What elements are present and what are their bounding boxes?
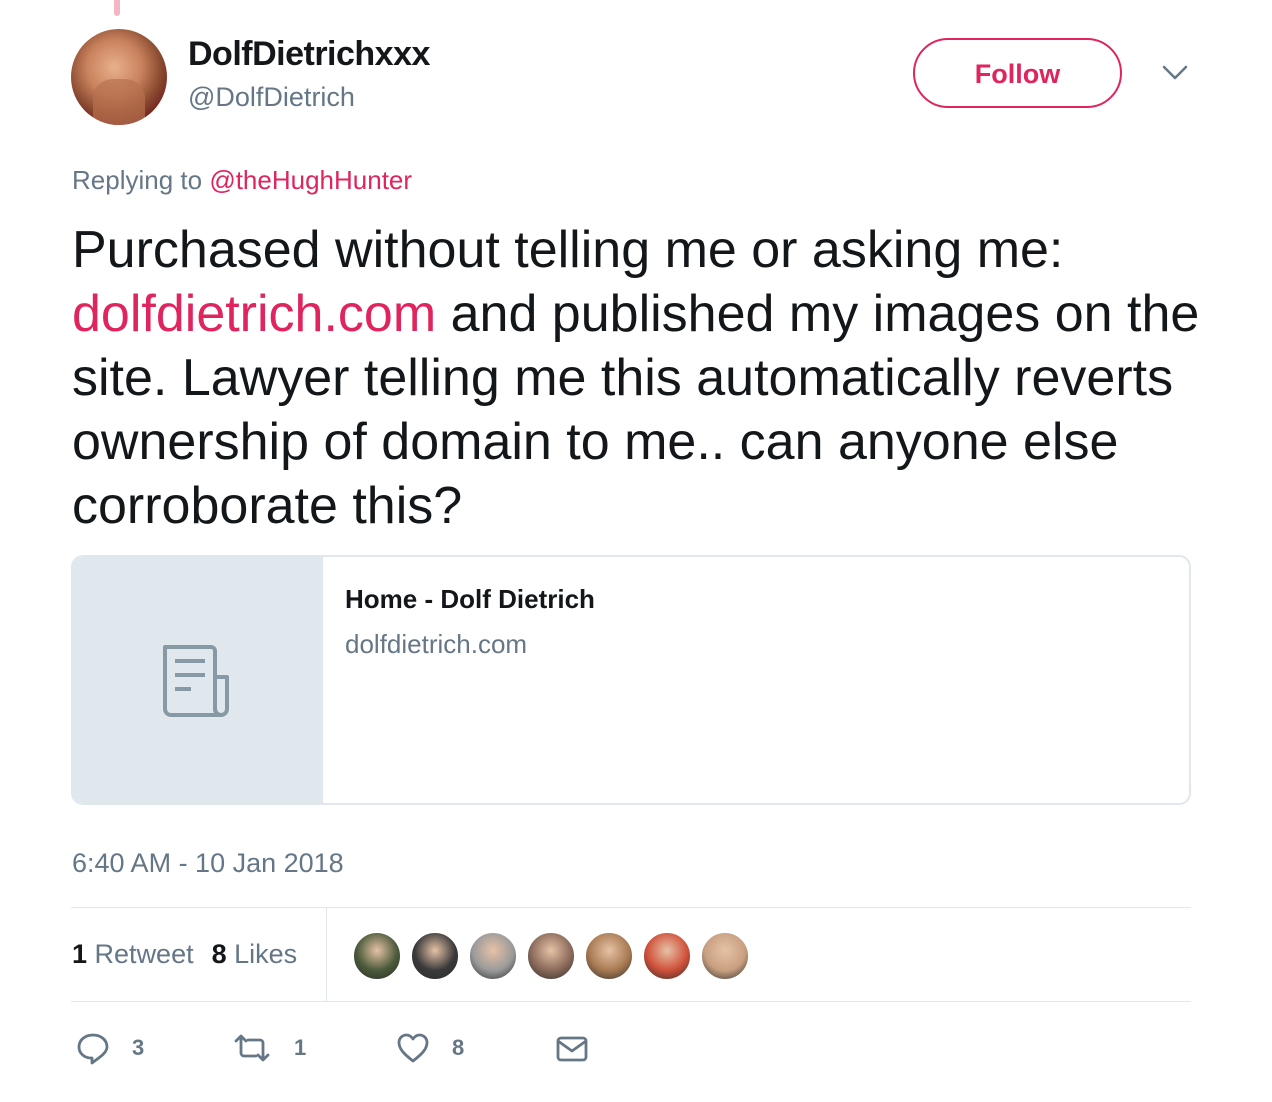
card-domain: dolfdietrich.com (345, 629, 528, 659)
user-handle[interactable]: @DolfDietrich (188, 82, 355, 113)
likes-count[interactable]: 8 (212, 939, 227, 969)
liker-avatar[interactable] (700, 931, 750, 981)
liker-avatar[interactable] (584, 931, 634, 981)
tweet-timestamp[interactable]: 6:40 AM - 10 Jan 2018 (72, 848, 344, 879)
liker-avatar[interactable] (410, 931, 460, 981)
reply-count: 3 (132, 1035, 145, 1060)
like-button[interactable]: 8 (396, 1030, 464, 1066)
direct-message-button[interactable] (555, 1030, 589, 1066)
thread-connector-line (114, 0, 120, 16)
tweet-text-before: Purchased without telling me or asking m… (72, 221, 1064, 279)
heart-icon (397, 1033, 429, 1063)
envelope-icon (556, 1036, 588, 1062)
chevron-down-icon[interactable] (1162, 62, 1188, 82)
liker-avatar[interactable] (468, 931, 518, 981)
retweet-action-count: 1 (294, 1035, 307, 1060)
likes-label[interactable]: Likes (234, 939, 297, 969)
stats-separator (326, 908, 327, 1001)
link-card[interactable]: Home - Dolf Dietrich dolfdietrich.com (71, 555, 1191, 805)
avatar[interactable] (71, 29, 167, 125)
document-icon (163, 645, 229, 717)
liker-avatar[interactable] (642, 931, 692, 981)
card-thumbnail (73, 557, 323, 803)
retweet-count[interactable]: 1 (72, 939, 87, 969)
display-name[interactable]: DolfDietrichxxx (188, 35, 430, 74)
divider (71, 1001, 1191, 1002)
like-action-count: 8 (452, 1035, 465, 1060)
card-title[interactable]: Home - Dolf Dietrich (345, 584, 595, 615)
tweet-text: Purchased without telling me or asking m… (72, 218, 1202, 538)
divider (71, 907, 1191, 908)
liker-avatar[interactable] (352, 931, 402, 981)
retweet-icon (234, 1034, 270, 1062)
liker-avatar[interactable] (526, 931, 576, 981)
action-bar: 3 1 8 (76, 1030, 676, 1070)
reply-mention-link[interactable]: @theHughHunter (209, 165, 412, 195)
follow-button[interactable]: Follow (913, 38, 1122, 108)
reply-button[interactable]: 3 (76, 1030, 144, 1066)
reply-icon (77, 1033, 109, 1065)
replying-to: Replying to @theHughHunter (72, 165, 412, 196)
engagement-stats: 1 Retweet 8 Likes (72, 939, 297, 970)
replying-prefix: Replying to (72, 165, 203, 195)
tweet-link[interactable]: dolfdietrich.com (72, 285, 436, 343)
retweet-label[interactable]: Retweet (95, 939, 194, 969)
retweet-button[interactable]: 1 (232, 1030, 306, 1066)
